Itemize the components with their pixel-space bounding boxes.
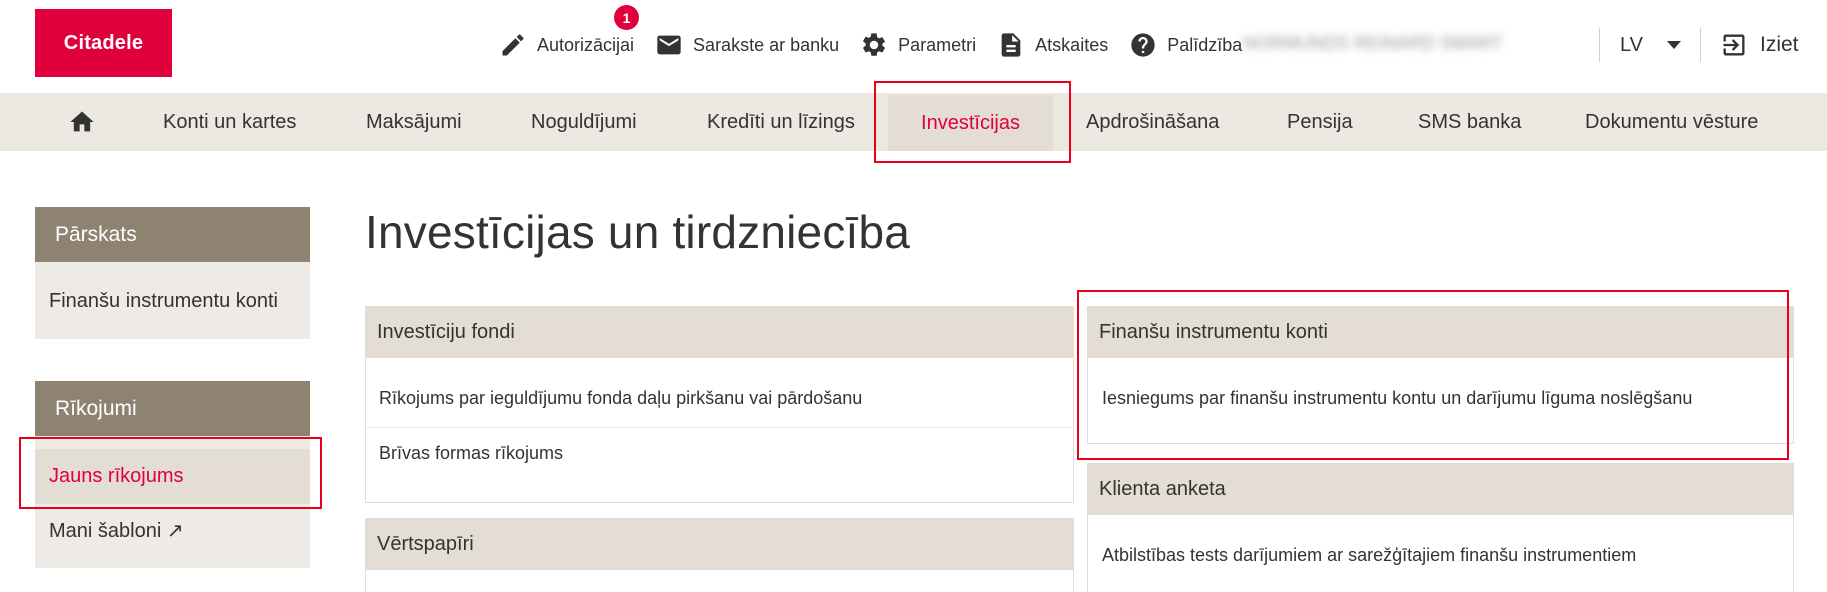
free-form-order-link[interactable]: Brīvas formas rīkojums xyxy=(379,443,563,464)
top-links: Autorizācijai 1 Sarakste ar banku Parame… xyxy=(498,5,1262,65)
nav-document-history[interactable]: Dokumentu vēsture xyxy=(1585,93,1758,151)
page-title: Investīcijas un tirdzniecība xyxy=(365,206,911,258)
pencil-icon xyxy=(498,30,528,60)
gear-icon xyxy=(859,30,889,60)
help-icon xyxy=(1128,30,1158,60)
messages-link[interactable]: Sarakste ar banku xyxy=(654,25,839,65)
settings-label: Parametri xyxy=(898,34,977,55)
nav-accounts-and-cards[interactable]: Konti un kartes xyxy=(163,93,296,151)
chevron-down-icon xyxy=(1666,41,1681,49)
nav-insurance[interactable]: Apdrošināšana xyxy=(1086,93,1219,151)
logout-icon xyxy=(1723,34,1745,56)
authorization-label: Autorizācijai xyxy=(537,34,635,55)
card-divider xyxy=(366,427,1073,428)
page-header: Citadele Autorizācijai 1 Sarakste ar ban… xyxy=(0,0,1827,93)
help-link[interactable]: Palīdzība xyxy=(1128,25,1242,65)
home-icon xyxy=(70,111,94,132)
account-agreement-application-link[interactable]: Iesniegums par finanšu instrumentu kontu… xyxy=(1102,388,1692,409)
citadele-logo[interactable]: Citadele xyxy=(35,9,172,77)
sidebar-section-orders: Rīkojumi xyxy=(35,381,310,436)
appropriateness-test-link[interactable]: Atbilstības tests darījumiem ar sarežģīt… xyxy=(1102,545,1636,566)
help-label: Palīdzība xyxy=(1167,34,1243,55)
nav-loans-and-leasing[interactable]: Kredīti un līzings xyxy=(707,93,855,151)
header-divider xyxy=(1599,28,1600,62)
nav-home[interactable] xyxy=(68,93,96,151)
language-value: LV xyxy=(1620,33,1643,56)
logout-label: Iziet xyxy=(1760,33,1799,56)
card-investment-funds-title: Investīciju fondi xyxy=(365,306,1074,358)
user-name[interactable]: NORMUNDS REINARD SMART xyxy=(1243,33,1573,57)
sidebar-item-new-order[interactable]: Jauns rīkojums xyxy=(35,449,310,504)
envelope-icon xyxy=(654,30,684,60)
nav-pension[interactable]: Pensija xyxy=(1287,93,1353,151)
nav-investments[interactable]: Investīcijas xyxy=(888,95,1053,151)
authorization-count-badge: 1 xyxy=(614,5,639,30)
sidebar-section-overview: Pārskats xyxy=(35,207,310,262)
nav-deposits[interactable]: Noguldījumi xyxy=(531,93,637,151)
authorization-link[interactable]: Autorizācijai 1 xyxy=(498,5,639,65)
reports-link[interactable]: Atskaites xyxy=(996,25,1108,65)
language-selector[interactable]: LV xyxy=(1620,28,1681,62)
document-icon xyxy=(996,30,1026,60)
card-securities-title: Vērtspapīri xyxy=(365,518,1074,570)
sidebar-item-financial-instrument-accounts[interactable]: Finanšu instrumentu konti xyxy=(35,274,310,329)
settings-link[interactable]: Parametri xyxy=(859,25,976,65)
logout-button[interactable]: Iziet xyxy=(1720,27,1799,63)
card-client-questionnaire-title: Klienta anketa xyxy=(1087,463,1794,515)
nav-sms-bank[interactable]: SMS banka xyxy=(1418,93,1521,151)
messages-label: Sarakste ar banku xyxy=(693,34,840,55)
nav-payments[interactable]: Maksājumi xyxy=(366,93,462,151)
fund-units-order-link[interactable]: Rīkojums par ieguldījumu fonda daļu pirk… xyxy=(379,388,862,409)
reports-label: Atskaites xyxy=(1035,34,1109,55)
card-financial-instrument-accounts-title: Finanšu instrumentu konti xyxy=(1087,306,1794,358)
sidebar-item-my-templates[interactable]: Mani šabloni ↗ xyxy=(35,503,310,558)
header-divider xyxy=(1700,28,1701,62)
main-navigation: Konti un kartes Maksājumi Noguldījumi Kr… xyxy=(0,93,1827,151)
